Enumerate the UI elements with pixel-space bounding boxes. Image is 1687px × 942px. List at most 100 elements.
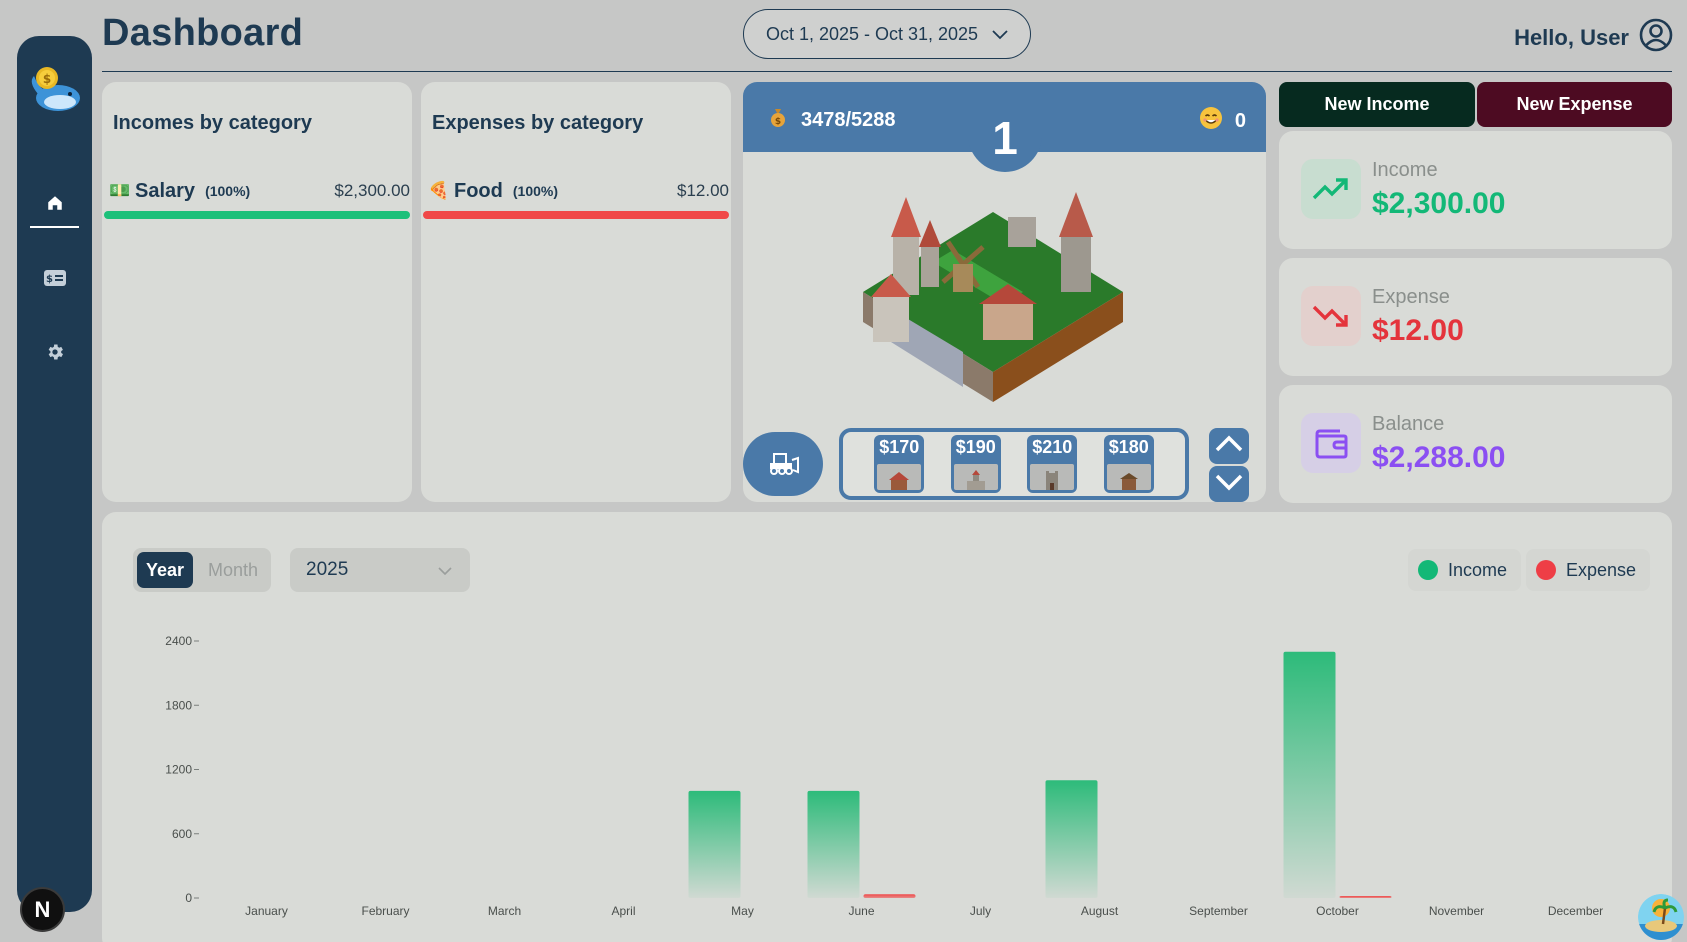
smile-icon <box>1199 106 1223 136</box>
bar-expense <box>1339 896 1392 898</box>
city-scene[interactable] <box>853 192 1133 417</box>
x-tick-label: July <box>970 904 991 918</box>
category-amount: $12.00 <box>677 181 729 200</box>
svg-text:$: $ <box>46 274 53 285</box>
chevron-down-icon <box>1214 472 1244 497</box>
bar-income <box>1045 780 1098 898</box>
shop-item-hut[interactable]: $180 <box>1103 435 1154 493</box>
y-tick-label: 600 <box>172 827 192 841</box>
category-row-salary: 💵 Salary (100%) $2,300.00 <box>105 177 410 205</box>
category-row-food: 🍕 Food (100%) $12.00 <box>424 177 729 205</box>
category-progress-bar <box>104 211 410 219</box>
wallet-icon <box>1301 413 1361 473</box>
pizza-icon: 🍕 <box>428 181 450 200</box>
new-expense-button[interactable]: New Expense <box>1477 82 1672 127</box>
expense-value: $12.00 <box>1372 314 1464 347</box>
category-percent: (100%) <box>512 183 559 199</box>
house-icon <box>877 464 922 490</box>
money-bag-icon: $ <box>767 106 789 134</box>
svg-text:$: $ <box>775 117 781 127</box>
shop-price: $190 <box>955 437 996 457</box>
shop-price: $180 <box>1108 437 1149 457</box>
scroll-down-button[interactable] <box>1209 466 1249 502</box>
bulldozer-button[interactable] <box>743 432 823 496</box>
trend-up-icon <box>1301 159 1361 219</box>
expense-summary-card: Expense $12.00 <box>1279 258 1672 376</box>
scroll-up-button[interactable] <box>1209 428 1249 464</box>
bulldozer-icon <box>766 448 800 481</box>
shop-item-house[interactable]: $170 <box>874 435 925 493</box>
incomes-card-title: Incomes by category <box>113 112 312 134</box>
income-label: Income <box>1372 159 1438 181</box>
sidebar-item-transactions[interactable]: $ <box>30 258 79 302</box>
gear-icon <box>45 342 65 367</box>
bar-income <box>807 790 860 898</box>
money-icon: 💵 <box>109 181 131 200</box>
sidebar: $ $ <box>17 36 92 912</box>
x-tick-label: May <box>731 904 754 918</box>
x-tick-label: February <box>361 904 409 918</box>
x-tick-label: December <box>1548 904 1603 918</box>
coins-counter: $ 3478/5288 <box>767 106 896 134</box>
income-summary-card: Income $2,300.00 <box>1279 131 1672 249</box>
shop-price: $210 <box>1032 437 1073 457</box>
bar-chart: 0 600 1200 1800 2400 January February March Apri… <box>165 634 1603 918</box>
level-badge: 1 <box>968 112 1042 172</box>
next-badge[interactable]: N <box>20 887 65 932</box>
expenses-card-title: Expenses by category <box>432 112 644 134</box>
svg-text:$: $ <box>43 72 51 86</box>
sidebar-item-home[interactable] <box>30 184 79 228</box>
y-tick-label: 2400 <box>165 634 192 648</box>
category-name: Food <box>454 179 503 202</box>
shop-item-church[interactable]: $190 <box>950 435 1001 493</box>
whale-logo: $ <box>26 60 84 116</box>
income-value: $2,300.00 <box>1372 187 1506 220</box>
chevron-up-icon <box>1214 434 1244 459</box>
expense-label: Expense <box>1372 286 1450 308</box>
user-circle-icon <box>1639 18 1673 58</box>
coins-value: 3478/5288 <box>801 108 896 131</box>
category-percent: (100%) <box>205 183 251 199</box>
category-progress-bar <box>423 211 729 219</box>
income-expense-chart-panel: Year Month 2025 Income Expense 0 600 1200 1… <box>102 512 1672 942</box>
home-icon <box>46 194 64 217</box>
x-tick-label: January <box>245 904 288 918</box>
incomes-by-category-card: Incomes by category 💵 Salary (100%) $2,3… <box>102 82 412 502</box>
sidebar-item-settings[interactable] <box>30 332 79 376</box>
y-tick-label: 0 <box>185 891 192 905</box>
happiness-value: 0 <box>1234 109 1246 132</box>
building-shop: $170 $190 $210 $180 <box>839 428 1189 500</box>
hut-icon <box>1106 464 1151 490</box>
bar-income <box>688 790 741 898</box>
user-menu[interactable]: Hello, User <box>1514 18 1673 58</box>
page-title: Dashboard <box>102 12 304 54</box>
header-divider <box>102 71 1672 72</box>
tower-icon <box>1030 464 1075 490</box>
date-range-label: Oct 1, 2025 - Oct 31, 2025 <box>765 23 979 44</box>
island-avatar[interactable] <box>1638 894 1684 940</box>
date-range-picker[interactable]: Oct 1, 2025 - Oct 31, 2025 <box>743 9 1031 59</box>
bar-expense <box>863 894 916 898</box>
y-tick-label: 1800 <box>165 698 192 712</box>
expenses-by-category-card: Expenses by category 🍕 Food (100%) $12.0… <box>421 82 731 502</box>
new-income-button[interactable]: New Income <box>1279 82 1475 127</box>
x-tick-label: October <box>1316 904 1359 918</box>
city-game-panel: $ 3478/5288 0 1 $170 $190 $210 $180 <box>743 82 1266 502</box>
greeting-text: Hello, User <box>1514 25 1629 50</box>
x-tick-label: November <box>1429 904 1484 918</box>
shop-item-tower[interactable]: $210 <box>1027 435 1078 493</box>
x-tick-label: April <box>611 904 635 918</box>
card-icon: $ <box>43 269 66 291</box>
x-tick-label: September <box>1189 904 1248 918</box>
level-value: 1 <box>992 112 1018 164</box>
trend-down-icon <box>1301 286 1361 346</box>
bar-income <box>1283 651 1336 898</box>
x-tick-label: March <box>488 904 521 918</box>
balance-value: $2,288.00 <box>1372 441 1506 474</box>
category-name: Salary <box>135 179 196 202</box>
x-tick-label: June <box>848 904 874 918</box>
y-tick-label: 1200 <box>165 763 192 777</box>
church-icon <box>953 464 998 490</box>
balance-label: Balance <box>1372 413 1445 435</box>
x-tick-label: August <box>1081 904 1119 918</box>
